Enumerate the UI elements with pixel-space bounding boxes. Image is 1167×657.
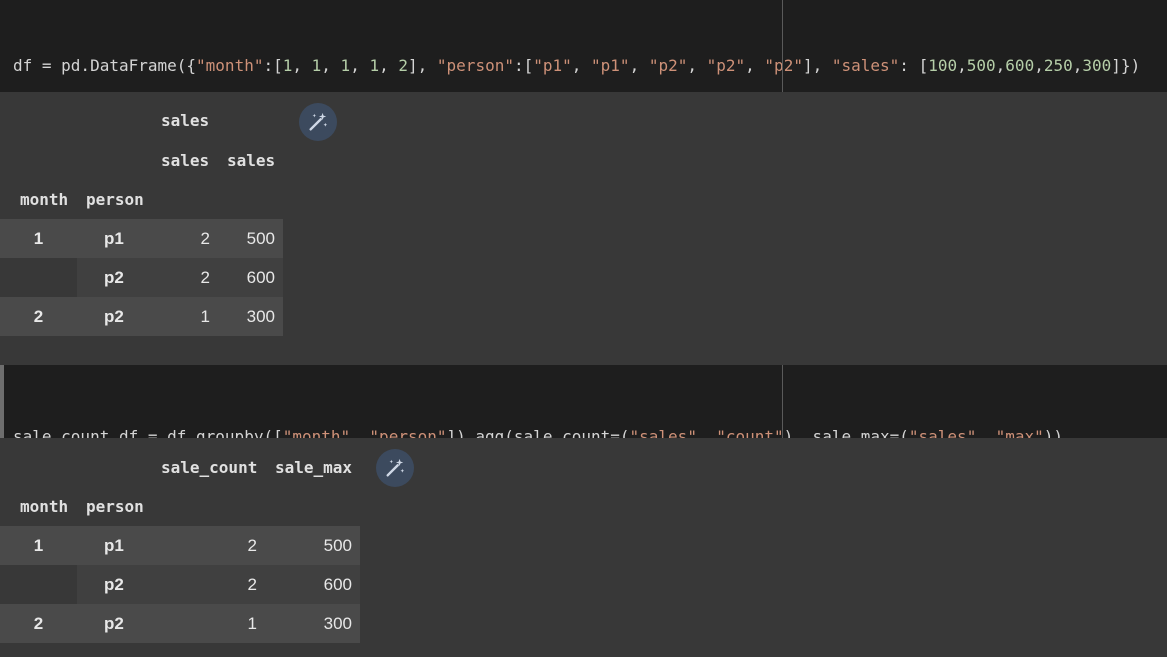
table-cell: 2	[153, 526, 267, 565]
table-cell: 500	[267, 526, 360, 565]
code-token: 250	[1043, 56, 1073, 75]
table-cell: 1	[153, 297, 217, 336]
index-person: p2	[77, 565, 153, 604]
code-token: ,	[292, 56, 312, 75]
column-header-level0: sales	[161, 111, 210, 130]
code-token: 1	[282, 56, 293, 75]
code-token: ,	[745, 56, 765, 75]
code-token: ,	[629, 56, 649, 75]
column-header-sales-count: sales	[161, 151, 210, 170]
column-header-sale-max: sale_max	[275, 458, 353, 477]
code-token: ,	[995, 56, 1006, 75]
code-token: ,	[1072, 56, 1083, 75]
table-cell: 2	[153, 258, 217, 297]
index-month: 2	[0, 297, 77, 336]
code-cell-1[interactable]: df = pd.DataFrame({"month":[1, 1, 1, 1, …	[0, 0, 1167, 216]
code-token: "month"	[196, 56, 264, 75]
table-cell: 600	[217, 258, 283, 297]
magic-wand-icon[interactable]	[299, 103, 337, 141]
code-token: ],	[408, 56, 437, 75]
table-cell: 2	[153, 565, 267, 604]
code-token: ,	[379, 56, 399, 75]
index-person: p2	[77, 297, 153, 336]
code-token: :[	[263, 56, 283, 75]
code-token: ,	[957, 56, 967, 75]
editor-ruler	[782, 0, 783, 92]
index-person: p1	[77, 526, 153, 565]
output-area-2: sale_count sale_max month person 1 p1 2 …	[0, 438, 1167, 657]
code-token: "p2"	[764, 56, 803, 75]
code-token: ,	[571, 56, 592, 75]
code-token: ]})	[1111, 56, 1141, 75]
code-token: 600	[1005, 56, 1035, 75]
code-token: ],	[802, 56, 832, 75]
index-person: p2	[77, 604, 153, 643]
index-month: 1	[0, 219, 77, 258]
editor-ruler	[782, 365, 783, 438]
code-line: df = pd.DataFrame({"month":[1, 1, 1, 1, …	[13, 54, 1167, 78]
table-cell: 300	[217, 297, 283, 336]
table-cell: 500	[217, 219, 283, 258]
code-token: "p2"	[648, 56, 688, 75]
code-token: "p1"	[591, 56, 630, 75]
index-person: p1	[77, 219, 153, 258]
code-token: 2	[398, 56, 408, 75]
code-cell-2[interactable]: sale_count_df = df.groupby(["month", "pe…	[0, 365, 1167, 517]
column-header-sale-count: sale_count	[161, 458, 258, 477]
code-token: 1	[369, 56, 380, 75]
code-token: 300	[1082, 56, 1112, 75]
code-token: ,	[321, 56, 341, 75]
column-header-sales-max: sales	[227, 151, 276, 170]
code-token: ,	[350, 56, 370, 75]
magic-wand-icon[interactable]	[376, 449, 414, 487]
code-token: "p2"	[706, 56, 746, 75]
index-name-person: person	[86, 497, 144, 516]
table-cell: 600	[267, 565, 360, 604]
code-token: 500	[966, 56, 996, 75]
table-cell: 300	[267, 604, 360, 643]
index-month	[0, 565, 77, 604]
code-token: 100	[928, 56, 958, 75]
code-token: "person"	[436, 56, 514, 75]
output-area-1: sales sales sales month person 1 p1 2 50…	[0, 92, 1167, 365]
index-month: 1	[0, 526, 77, 565]
code-token: ,	[687, 56, 707, 75]
index-name-month: month	[20, 190, 69, 209]
code-token: :[	[513, 56, 534, 75]
table-cell: 2	[153, 219, 217, 258]
index-person: p2	[77, 258, 153, 297]
code-token: ,	[1034, 56, 1044, 75]
code-token: "sales"	[831, 56, 900, 75]
code-token: df = pd.DataFrame({	[13, 56, 197, 75]
index-month: 2	[0, 604, 77, 643]
index-month	[0, 258, 77, 297]
code-token: 1	[311, 56, 322, 75]
code-token: : [	[899, 56, 929, 75]
code-token: 1	[340, 56, 351, 75]
code-token: "p1"	[533, 56, 572, 75]
table-cell: 1	[153, 604, 267, 643]
index-name-person: person	[86, 190, 144, 209]
index-name-month: month	[20, 497, 69, 516]
